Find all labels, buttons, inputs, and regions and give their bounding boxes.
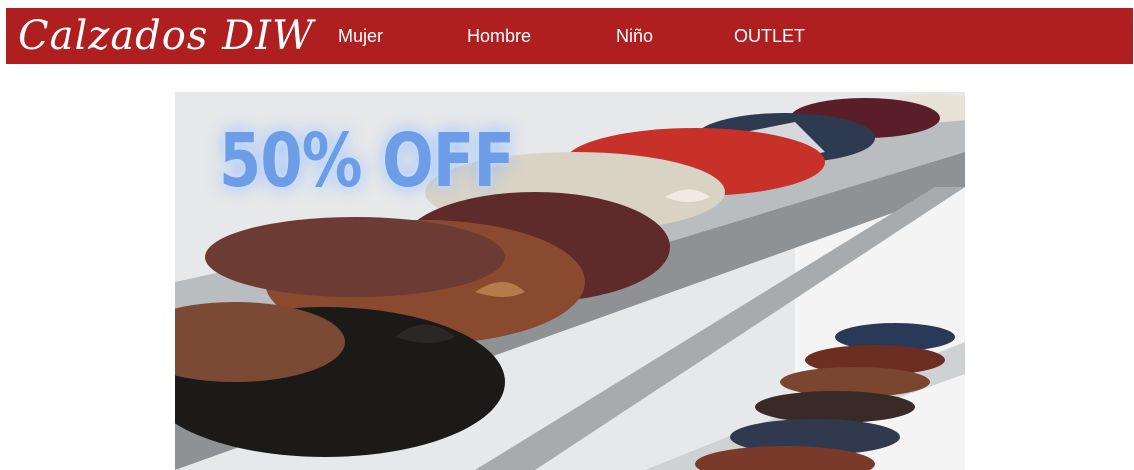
- promo-50-off-text: 50% OFF: [219, 118, 515, 204]
- nav-link-nino[interactable]: Niño: [616, 8, 653, 64]
- nav-link-hombre[interactable]: Hombre: [467, 8, 531, 64]
- nav-link-outlet[interactable]: OUTLET: [734, 8, 805, 64]
- hero-banner-image: 50% OFF: [175, 92, 965, 470]
- nav-link-mujer[interactable]: Mujer: [338, 8, 383, 64]
- top-navbar: Calzados DIW Mujer Hombre Niño OUTLET: [6, 8, 1133, 64]
- brand-logo[interactable]: Calzados DIW: [18, 10, 314, 62]
